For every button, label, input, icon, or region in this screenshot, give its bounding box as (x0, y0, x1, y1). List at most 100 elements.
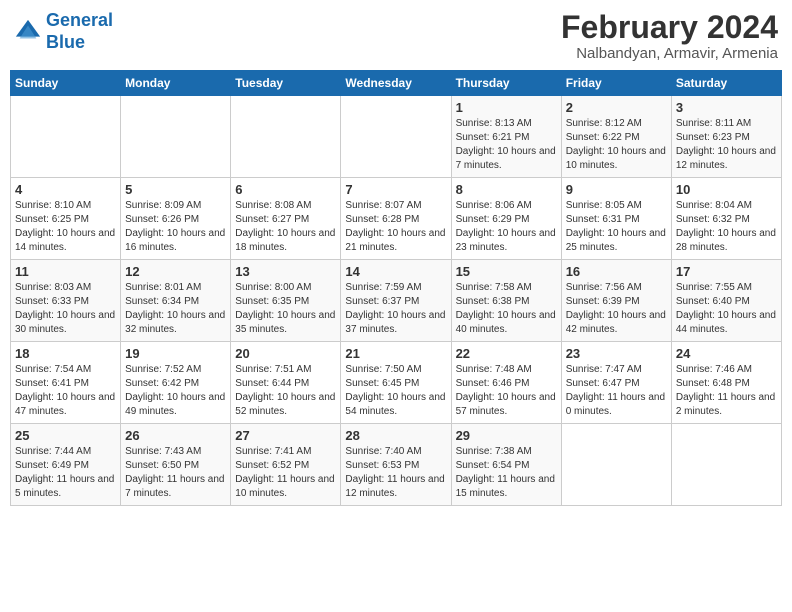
day-number: 14 (345, 264, 446, 279)
day-number: 23 (566, 346, 667, 361)
calendar-cell: 21 Sunrise: 7:50 AMSunset: 6:45 PMDayligh… (341, 342, 451, 424)
logo-blue: Blue (46, 32, 113, 54)
calendar-cell: 3 Sunrise: 8:11 AMSunset: 6:23 PMDaylight… (671, 96, 781, 178)
day-info: Sunrise: 7:54 AMSunset: 6:41 PMDaylight:… (15, 363, 116, 419)
day-number: 12 (125, 264, 226, 279)
calendar-subtitle: Nalbandyan, Armavir, Armenia (561, 45, 778, 62)
calendar-cell: 19 Sunrise: 7:52 AMSunset: 6:42 PMDayligh… (121, 342, 231, 424)
calendar-cell: 28 Sunrise: 7:40 AMSunset: 6:53 PMDayligh… (341, 424, 451, 506)
calendar-cell: 12 Sunrise: 8:01 AMSunset: 6:34 PMDayligh… (121, 260, 231, 342)
header: General Blue February 2024 Nalbandyan, A… (10, 10, 782, 62)
day-info: Sunrise: 7:47 AMSunset: 6:47 PMDaylight:… (566, 363, 667, 419)
calendar-cell: 14 Sunrise: 7:59 AMSunset: 6:37 PMDayligh… (341, 260, 451, 342)
day-info: Sunrise: 8:07 AMSunset: 6:28 PMDaylight:… (345, 199, 446, 255)
weekday-header-monday: Monday (121, 71, 231, 96)
title-block: February 2024 Nalbandyan, Armavir, Armen… (561, 10, 778, 62)
weekday-header-thursday: Thursday (451, 71, 561, 96)
calendar-header: SundayMondayTuesdayWednesdayThursdayFrid… (11, 71, 782, 96)
day-number: 19 (125, 346, 226, 361)
calendar-cell (231, 96, 341, 178)
day-number: 25 (15, 428, 116, 443)
day-info: Sunrise: 8:06 AMSunset: 6:29 PMDaylight:… (456, 199, 557, 255)
calendar-cell: 22Sunrise: 7:48 AMSunset: 6:46 PMDayligh… (451, 342, 561, 424)
day-number: 10 (676, 182, 777, 197)
day-number: 4 (15, 182, 116, 197)
day-number: 17 (676, 264, 777, 279)
calendar-cell: 25 Sunrise: 7:44 AMSunset: 6:49 PMDayligh… (11, 424, 121, 506)
logo: General Blue (14, 10, 113, 53)
weekday-header-tuesday: Tuesday (231, 71, 341, 96)
weekday-header-wednesday: Wednesday (341, 71, 451, 96)
day-number: 21 (345, 346, 446, 361)
calendar-week-1: 1Sunrise: 8:13 AMSunset: 6:21 PMDaylight… (11, 96, 782, 178)
calendar-cell: 24 Sunrise: 7:46 AMSunset: 6:48 PMDayligh… (671, 342, 781, 424)
day-info: Sunrise: 7:44 AMSunset: 6:49 PMDaylight:… (15, 445, 116, 501)
calendar-cell: 5Sunrise: 8:09 AMSunset: 6:26 PMDaylight… (121, 178, 231, 260)
calendar-cell: 8 Sunrise: 8:06 AMSunset: 6:29 PMDaylight… (451, 178, 561, 260)
day-number: 18 (15, 346, 116, 361)
calendar-cell: 11Sunrise: 8:03 AMSunset: 6:33 PMDayligh… (11, 260, 121, 342)
logo-icon (14, 18, 42, 46)
day-info: Sunrise: 8:11 AMSunset: 6:23 PMDaylight:… (676, 117, 777, 173)
calendar-cell: 9 Sunrise: 8:05 AMSunset: 6:31 PMDaylight… (561, 178, 671, 260)
day-info: Sunrise: 8:04 AMSunset: 6:32 PMDaylight:… (676, 199, 777, 255)
day-info: Sunrise: 7:46 AMSunset: 6:48 PMDaylight:… (676, 363, 777, 419)
day-number: 29 (456, 428, 557, 443)
day-info: Sunrise: 8:01 AMSunset: 6:34 PMDaylight:… (125, 281, 226, 337)
day-info: Sunrise: 7:38 AMSunset: 6:54 PMDaylight:… (456, 445, 557, 501)
day-number: 5 (125, 182, 226, 197)
calendar-cell: 20Sunrise: 7:51 AMSunset: 6:44 PMDayligh… (231, 342, 341, 424)
day-info: Sunrise: 7:43 AMSunset: 6:50 PMDaylight:… (125, 445, 226, 501)
calendar-week-4: 18 Sunrise: 7:54 AMSunset: 6:41 PMDayligh… (11, 342, 782, 424)
day-info: Sunrise: 7:51 AMSunset: 6:44 PMDaylight:… (235, 363, 336, 419)
day-info: Sunrise: 8:08 AMSunset: 6:27 PMDaylight:… (235, 199, 336, 255)
day-number: 2 (566, 100, 667, 115)
calendar-cell (341, 96, 451, 178)
day-info: Sunrise: 7:41 AMSunset: 6:52 PMDaylight:… (235, 445, 336, 501)
calendar-cell: 13Sunrise: 8:00 AMSunset: 6:35 PMDayligh… (231, 260, 341, 342)
calendar-cell: 1Sunrise: 8:13 AMSunset: 6:21 PMDaylight… (451, 96, 561, 178)
calendar-cell: 7Sunrise: 8:07 AMSunset: 6:28 PMDaylight… (341, 178, 451, 260)
day-info: Sunrise: 7:52 AMSunset: 6:42 PMDaylight:… (125, 363, 226, 419)
day-info: Sunrise: 7:55 AMSunset: 6:40 PMDaylight:… (676, 281, 777, 337)
calendar-cell (671, 424, 781, 506)
day-number: 27 (235, 428, 336, 443)
logo-general: General (46, 10, 113, 30)
calendar-table: SundayMondayTuesdayWednesdayThursdayFrid… (10, 70, 782, 506)
weekday-header-row: SundayMondayTuesdayWednesdayThursdayFrid… (11, 71, 782, 96)
day-info: Sunrise: 7:40 AMSunset: 6:53 PMDaylight:… (345, 445, 446, 501)
day-number: 15 (456, 264, 557, 279)
day-number: 24 (676, 346, 777, 361)
day-info: Sunrise: 8:12 AMSunset: 6:22 PMDaylight:… (566, 117, 667, 173)
calendar-cell: 17 Sunrise: 7:55 AMSunset: 6:40 PMDayligh… (671, 260, 781, 342)
calendar-body: 1Sunrise: 8:13 AMSunset: 6:21 PMDaylight… (11, 96, 782, 506)
calendar-cell: 10 Sunrise: 8:04 AMSunset: 6:32 PMDayligh… (671, 178, 781, 260)
calendar-cell: 15 Sunrise: 7:58 AMSunset: 6:38 PMDayligh… (451, 260, 561, 342)
day-number: 3 (676, 100, 777, 115)
day-number: 8 (456, 182, 557, 197)
day-info: Sunrise: 8:05 AMSunset: 6:31 PMDaylight:… (566, 199, 667, 255)
calendar-cell: 23 Sunrise: 7:47 AMSunset: 6:47 PMDayligh… (561, 342, 671, 424)
day-info: Sunrise: 8:13 AMSunset: 6:21 PMDaylight:… (456, 117, 557, 173)
calendar-week-3: 11Sunrise: 8:03 AMSunset: 6:33 PMDayligh… (11, 260, 782, 342)
calendar-cell: 29 Sunrise: 7:38 AMSunset: 6:54 PMDayligh… (451, 424, 561, 506)
day-number: 22 (456, 346, 557, 361)
day-info: Sunrise: 7:59 AMSunset: 6:37 PMDaylight:… (345, 281, 446, 337)
calendar-cell (561, 424, 671, 506)
day-info: Sunrise: 7:50 AMSunset: 6:45 PMDaylight:… (345, 363, 446, 419)
day-info: Sunrise: 7:58 AMSunset: 6:38 PMDaylight:… (456, 281, 557, 337)
logo-text: General Blue (46, 10, 113, 53)
weekday-header-sunday: Sunday (11, 71, 121, 96)
day-number: 11 (15, 264, 116, 279)
calendar-cell: 6Sunrise: 8:08 AMSunset: 6:27 PMDaylight… (231, 178, 341, 260)
calendar-week-2: 4 Sunrise: 8:10 AMSunset: 6:25 PMDaylight… (11, 178, 782, 260)
day-info: Sunrise: 7:56 AMSunset: 6:39 PMDaylight:… (566, 281, 667, 337)
day-info: Sunrise: 8:10 AMSunset: 6:25 PMDaylight:… (15, 199, 116, 255)
weekday-header-friday: Friday (561, 71, 671, 96)
day-number: 9 (566, 182, 667, 197)
day-number: 28 (345, 428, 446, 443)
calendar-title: February 2024 (561, 10, 778, 45)
weekday-header-saturday: Saturday (671, 71, 781, 96)
calendar-cell (11, 96, 121, 178)
day-number: 16 (566, 264, 667, 279)
